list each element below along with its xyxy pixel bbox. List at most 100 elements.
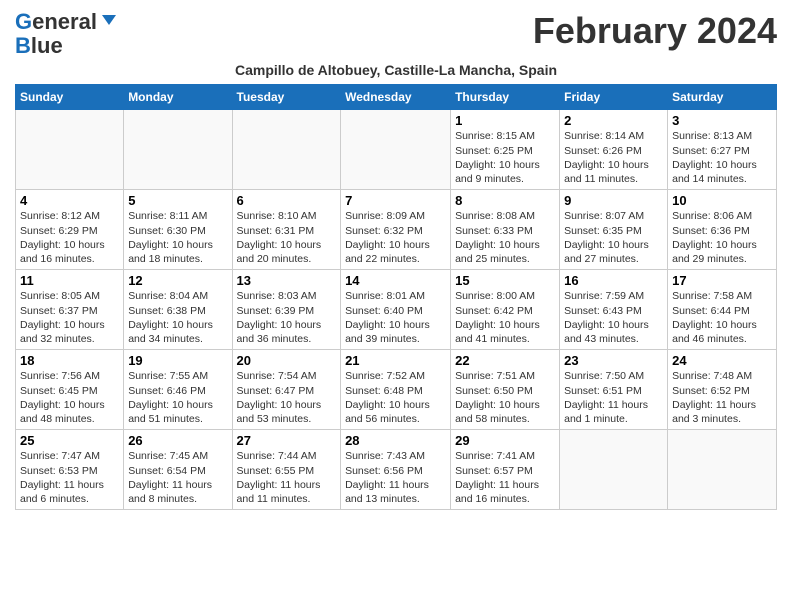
calendar-cell: 21Sunrise: 7:52 AM Sunset: 6:48 PM Dayli…	[341, 350, 451, 430]
calendar-cell: 7Sunrise: 8:09 AM Sunset: 6:32 PM Daylig…	[341, 190, 451, 270]
day-info: Sunrise: 8:12 AM Sunset: 6:29 PM Dayligh…	[20, 209, 119, 266]
day-number: 7	[345, 193, 446, 208]
day-info: Sunrise: 8:04 AM Sunset: 6:38 PM Dayligh…	[128, 289, 227, 346]
calendar-header-row: Sunday Monday Tuesday Wednesday Thursday…	[16, 85, 777, 110]
day-info: Sunrise: 8:03 AM Sunset: 6:39 PM Dayligh…	[237, 289, 337, 346]
day-number: 25	[20, 433, 119, 448]
calendar-cell: 5Sunrise: 8:11 AM Sunset: 6:30 PM Daylig…	[124, 190, 232, 270]
calendar-cell: 4Sunrise: 8:12 AM Sunset: 6:29 PM Daylig…	[16, 190, 124, 270]
day-number: 22	[455, 353, 555, 368]
day-info: Sunrise: 8:07 AM Sunset: 6:35 PM Dayligh…	[564, 209, 663, 266]
day-number: 6	[237, 193, 337, 208]
day-number: 29	[455, 433, 555, 448]
col-monday: Monday	[124, 85, 232, 110]
day-info: Sunrise: 7:52 AM Sunset: 6:48 PM Dayligh…	[345, 369, 446, 426]
day-number: 16	[564, 273, 663, 288]
calendar-cell: 3Sunrise: 8:13 AM Sunset: 6:27 PM Daylig…	[668, 110, 777, 190]
calendar-cell	[668, 430, 777, 510]
calendar-week-row-3: 11Sunrise: 8:05 AM Sunset: 6:37 PM Dayli…	[16, 270, 777, 350]
day-number: 10	[672, 193, 772, 208]
day-info: Sunrise: 8:15 AM Sunset: 6:25 PM Dayligh…	[455, 129, 555, 186]
calendar-cell: 29Sunrise: 7:41 AM Sunset: 6:57 PM Dayli…	[451, 430, 560, 510]
calendar-cell: 24Sunrise: 7:48 AM Sunset: 6:52 PM Dayli…	[668, 350, 777, 430]
day-number: 14	[345, 273, 446, 288]
day-info: Sunrise: 8:13 AM Sunset: 6:27 PM Dayligh…	[672, 129, 772, 186]
day-info: Sunrise: 7:44 AM Sunset: 6:55 PM Dayligh…	[237, 449, 337, 506]
day-info: Sunrise: 8:00 AM Sunset: 6:42 PM Dayligh…	[455, 289, 555, 346]
col-tuesday: Tuesday	[232, 85, 341, 110]
calendar-cell: 9Sunrise: 8:07 AM Sunset: 6:35 PM Daylig…	[560, 190, 668, 270]
calendar-cell: 19Sunrise: 7:55 AM Sunset: 6:46 PM Dayli…	[124, 350, 232, 430]
day-number: 19	[128, 353, 227, 368]
calendar-cell	[560, 430, 668, 510]
day-number: 17	[672, 273, 772, 288]
col-saturday: Saturday	[668, 85, 777, 110]
day-info: Sunrise: 8:14 AM Sunset: 6:26 PM Dayligh…	[564, 129, 663, 186]
calendar-cell: 20Sunrise: 7:54 AM Sunset: 6:47 PM Dayli…	[232, 350, 341, 430]
day-info: Sunrise: 8:06 AM Sunset: 6:36 PM Dayligh…	[672, 209, 772, 266]
calendar-cell: 12Sunrise: 8:04 AM Sunset: 6:38 PM Dayli…	[124, 270, 232, 350]
day-info: Sunrise: 7:56 AM Sunset: 6:45 PM Dayligh…	[20, 369, 119, 426]
day-info: Sunrise: 7:59 AM Sunset: 6:43 PM Dayligh…	[564, 289, 663, 346]
col-wednesday: Wednesday	[341, 85, 451, 110]
day-info: Sunrise: 8:11 AM Sunset: 6:30 PM Dayligh…	[128, 209, 227, 266]
calendar-cell: 11Sunrise: 8:05 AM Sunset: 6:37 PM Dayli…	[16, 270, 124, 350]
day-info: Sunrise: 7:47 AM Sunset: 6:53 PM Dayligh…	[20, 449, 119, 506]
header: General Blue February 2024	[15, 10, 777, 58]
calendar-week-row-1: 1Sunrise: 8:15 AM Sunset: 6:25 PM Daylig…	[16, 110, 777, 190]
calendar-cell: 26Sunrise: 7:45 AM Sunset: 6:54 PM Dayli…	[124, 430, 232, 510]
day-number: 27	[237, 433, 337, 448]
calendar-week-row-5: 25Sunrise: 7:47 AM Sunset: 6:53 PM Dayli…	[16, 430, 777, 510]
day-info: Sunrise: 7:58 AM Sunset: 6:44 PM Dayligh…	[672, 289, 772, 346]
day-number: 18	[20, 353, 119, 368]
calendar-week-row-2: 4Sunrise: 8:12 AM Sunset: 6:29 PM Daylig…	[16, 190, 777, 270]
calendar-cell: 22Sunrise: 7:51 AM Sunset: 6:50 PM Dayli…	[451, 350, 560, 430]
day-number: 3	[672, 113, 772, 128]
day-number: 5	[128, 193, 227, 208]
day-info: Sunrise: 7:48 AM Sunset: 6:52 PM Dayligh…	[672, 369, 772, 426]
day-number: 21	[345, 353, 446, 368]
month-title: February 2024	[533, 10, 777, 52]
calendar-cell	[124, 110, 232, 190]
day-info: Sunrise: 7:50 AM Sunset: 6:51 PM Dayligh…	[564, 369, 663, 426]
day-number: 26	[128, 433, 227, 448]
location-subtitle: Campillo de Altobuey, Castille-La Mancha…	[15, 62, 777, 78]
day-info: Sunrise: 7:51 AM Sunset: 6:50 PM Dayligh…	[455, 369, 555, 426]
calendar-cell: 2Sunrise: 8:14 AM Sunset: 6:26 PM Daylig…	[560, 110, 668, 190]
logo: General Blue	[15, 10, 118, 58]
calendar-cell: 27Sunrise: 7:44 AM Sunset: 6:55 PM Dayli…	[232, 430, 341, 510]
calendar-table: Sunday Monday Tuesday Wednesday Thursday…	[15, 84, 777, 510]
logo-text-general: G	[15, 10, 32, 34]
calendar-cell: 18Sunrise: 7:56 AM Sunset: 6:45 PM Dayli…	[16, 350, 124, 430]
calendar-cell	[232, 110, 341, 190]
day-number: 2	[564, 113, 663, 128]
logo-blue-b: B	[15, 34, 31, 58]
calendar-cell	[16, 110, 124, 190]
day-info: Sunrise: 7:55 AM Sunset: 6:46 PM Dayligh…	[128, 369, 227, 426]
day-number: 28	[345, 433, 446, 448]
page-wrapper: General Blue February 2024 Campillo de A…	[15, 10, 777, 510]
calendar-cell: 10Sunrise: 8:06 AM Sunset: 6:36 PM Dayli…	[668, 190, 777, 270]
calendar-cell: 16Sunrise: 7:59 AM Sunset: 6:43 PM Dayli…	[560, 270, 668, 350]
calendar-week-row-4: 18Sunrise: 7:56 AM Sunset: 6:45 PM Dayli…	[16, 350, 777, 430]
col-thursday: Thursday	[451, 85, 560, 110]
day-info: Sunrise: 7:54 AM Sunset: 6:47 PM Dayligh…	[237, 369, 337, 426]
day-number: 23	[564, 353, 663, 368]
day-number: 12	[128, 273, 227, 288]
day-number: 13	[237, 273, 337, 288]
day-info: Sunrise: 7:43 AM Sunset: 6:56 PM Dayligh…	[345, 449, 446, 506]
day-info: Sunrise: 8:10 AM Sunset: 6:31 PM Dayligh…	[237, 209, 337, 266]
col-friday: Friday	[560, 85, 668, 110]
day-info: Sunrise: 8:01 AM Sunset: 6:40 PM Dayligh…	[345, 289, 446, 346]
calendar-cell: 6Sunrise: 8:10 AM Sunset: 6:31 PM Daylig…	[232, 190, 341, 270]
logo-arrow-icon	[100, 11, 118, 34]
calendar-cell: 23Sunrise: 7:50 AM Sunset: 6:51 PM Dayli…	[560, 350, 668, 430]
day-info: Sunrise: 8:05 AM Sunset: 6:37 PM Dayligh…	[20, 289, 119, 346]
calendar-cell: 17Sunrise: 7:58 AM Sunset: 6:44 PM Dayli…	[668, 270, 777, 350]
calendar-cell: 13Sunrise: 8:03 AM Sunset: 6:39 PM Dayli…	[232, 270, 341, 350]
calendar-cell: 15Sunrise: 8:00 AM Sunset: 6:42 PM Dayli…	[451, 270, 560, 350]
calendar-cell	[341, 110, 451, 190]
calendar-cell: 1Sunrise: 8:15 AM Sunset: 6:25 PM Daylig…	[451, 110, 560, 190]
calendar-cell: 14Sunrise: 8:01 AM Sunset: 6:40 PM Dayli…	[341, 270, 451, 350]
day-info: Sunrise: 7:41 AM Sunset: 6:57 PM Dayligh…	[455, 449, 555, 506]
